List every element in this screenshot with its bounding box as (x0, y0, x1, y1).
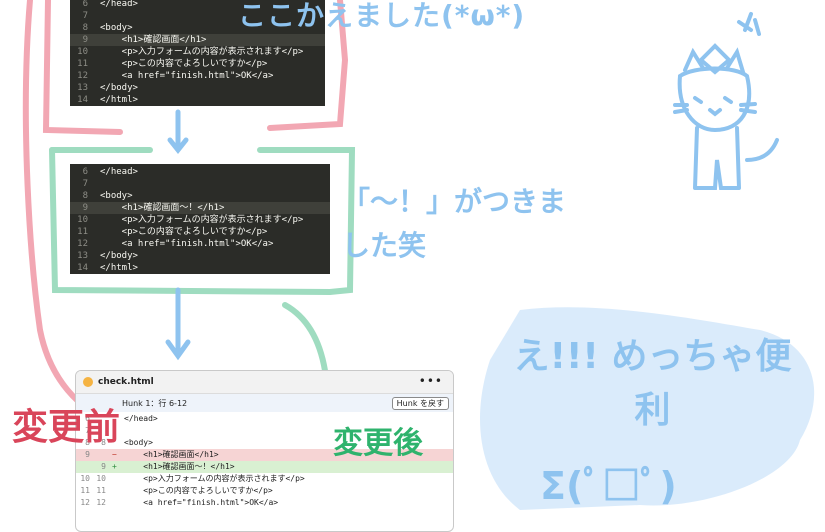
code-text: </body> (100, 251, 138, 261)
line-number: 11 (77, 59, 88, 69)
code-line: 13 </body> (70, 82, 325, 94)
code-text: <body> (100, 23, 133, 33)
code-text: <p>この内容でよろしいですか</p> (100, 227, 268, 237)
code-text: </body> (100, 83, 138, 93)
file-icon (83, 377, 93, 387)
code-line: 8 <body> (70, 190, 330, 202)
code-text: </head> (100, 167, 138, 177)
line-number: 8 (82, 23, 88, 33)
code-text: <p>入力フォームの内容が表示されます</p> (100, 215, 304, 225)
code-line: 11 <p>この内容でよろしいですか</p> (70, 226, 330, 238)
label-after: 変更後 (333, 426, 423, 461)
note-wow: え!!! めっちゃ便利 (513, 336, 792, 431)
line-number: 7 (82, 179, 88, 189)
code-text: <a href="finish.html">OK</a> (100, 239, 274, 249)
code-line: 14 </html> (70, 94, 325, 106)
code-text: <p>入力フォームの内容が表示されます</p> (100, 47, 304, 57)
diff-row: 10 10 <p>入力フォームの内容が表示されます</p> (76, 473, 453, 485)
diff-text: </head> (124, 414, 158, 423)
diff-filename: check.html (98, 377, 154, 387)
diff-marker: + (112, 462, 117, 471)
code-text: </head> (100, 0, 138, 9)
old-line-number: 10 (80, 474, 90, 483)
label-before: 変更前 (12, 407, 121, 448)
note-changed-here: ここかえました(*ω*) (238, 0, 526, 32)
code-line: 9 <h1>確認画面〜！</h1> (70, 202, 330, 214)
diff-text: <body> (124, 438, 153, 447)
code-text: <h1>確認画面〜！</h1> (100, 203, 225, 213)
code-text: <a href="finish.html">OK</a> (100, 71, 274, 81)
diff-marker: − (112, 450, 117, 459)
old-line-number: 9 (85, 450, 90, 459)
diff-row: 12 12 <a href="finish.html">OK</a> (76, 497, 453, 509)
line-number: 14 (77, 95, 88, 105)
code-line: 12 <a href="finish.html">OK</a> (70, 238, 330, 250)
code-line: 14 </html> (70, 262, 330, 274)
line-number: 13 (77, 251, 88, 261)
line-number: 12 (77, 71, 88, 81)
line-number: 8 (82, 191, 88, 201)
diff-text: <h1>確認画面</h1> (124, 450, 219, 459)
line-number: 12 (77, 239, 88, 249)
line-number: 13 (77, 83, 88, 93)
diff-panel-titlebar: check.html ••• (76, 371, 453, 394)
line-number: 10 (77, 215, 88, 225)
new-line-number: 10 (96, 474, 106, 483)
line-number: 11 (77, 227, 88, 237)
diff-row: 9 + <h1>確認画面〜！</h1> (76, 461, 453, 473)
line-number: 7 (82, 11, 88, 21)
code-line: 6 </head> (70, 166, 330, 178)
code-line: 12 <a href="finish.html">OK</a> (70, 70, 325, 82)
diff-row: 11 11 <p>この内容でよろしいですか</p> (76, 485, 453, 497)
code-text: </html> (100, 263, 138, 273)
diff-text: <h1>確認画面〜！</h1> (124, 462, 235, 471)
note-added: 「〜！」がつきました笑 (342, 185, 567, 262)
line-number: 14 (77, 263, 88, 273)
line-number: 6 (82, 167, 88, 177)
code-text: </html> (100, 95, 138, 105)
hunk-header: Hunk 1：行 6-12 Hunk を戻す (76, 394, 453, 412)
diff-text: <p>この内容でよろしいですか</p> (124, 486, 273, 495)
line-number: 9 (82, 35, 88, 45)
new-line-number: 11 (96, 486, 106, 495)
code-text: <body> (100, 191, 133, 201)
code-line: 10 <p>入力フォームの内容が表示されます</p> (70, 214, 330, 226)
revert-hunk-button[interactable]: Hunk を戻す (391, 397, 449, 410)
diff-text: <p>入力フォームの内容が表示されます</p> (124, 474, 305, 483)
cat-doodle-icon (673, 12, 779, 190)
new-line-number: 9 (101, 462, 106, 471)
old-line-number: 12 (80, 498, 90, 507)
hunk-title: Hunk 1：行 6-12 (122, 399, 188, 408)
code-editor-after: 6 </head> 7 8 <body> 9 <h1>確認画面〜！</h1> 10 <p>入… (70, 164, 330, 274)
line-number: 9 (82, 203, 88, 213)
new-line-number: 12 (96, 498, 106, 507)
old-line-number: 11 (80, 486, 90, 495)
more-menu-icon[interactable]: ••• (419, 374, 443, 388)
note-face: Σ(ﾟ□ﾟ) (540, 464, 677, 508)
code-line: 13 </body> (70, 250, 330, 262)
code-line: 11 <p>この内容でよろしいですか</p> (70, 58, 325, 70)
code-line: 9 <h1>確認画面</h1> (70, 34, 325, 46)
code-line: 10 <p>入力フォームの内容が表示されます</p> (70, 46, 325, 58)
diff-text: <a href="finish.html">OK</a> (124, 498, 279, 507)
code-text: <h1>確認画面</h1> (100, 35, 207, 45)
line-number: 10 (77, 47, 88, 57)
code-line: 7 (70, 178, 330, 190)
line-number: 6 (82, 0, 88, 9)
code-text: <p>この内容でよろしいですか</p> (100, 59, 268, 69)
